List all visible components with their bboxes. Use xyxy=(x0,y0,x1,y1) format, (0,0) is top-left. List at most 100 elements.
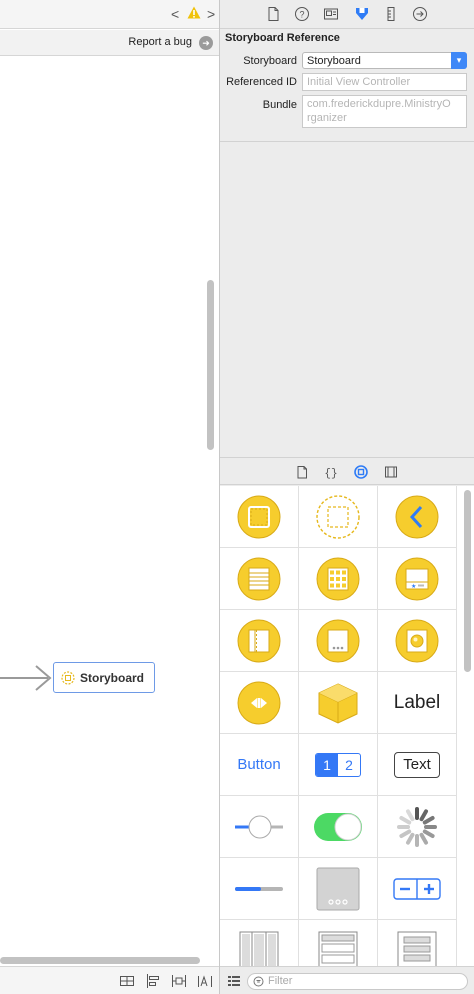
filter-placeholder: Filter xyxy=(268,975,293,987)
library-item-split-view-controller[interactable] xyxy=(220,610,299,672)
resolve-auto-layout-icon[interactable] xyxy=(197,973,213,989)
jump-bar: < > xyxy=(0,0,219,29)
table-view-cell-icon xyxy=(318,931,358,966)
storyboard-reference-section: Storyboard Reference Storyboard Storyboa… xyxy=(220,30,474,142)
nav-back-button[interactable]: < xyxy=(171,6,179,22)
svg-text:?: ? xyxy=(299,10,304,20)
library-item-table-view-cell[interactable] xyxy=(299,920,378,966)
segmented-control-preview: 1 2 xyxy=(315,752,361,777)
segment-2: 2 xyxy=(345,756,353,773)
library-item-collection-view-controller[interactable] xyxy=(299,548,378,610)
file-inspector-icon[interactable] xyxy=(264,5,282,23)
file-template-icon[interactable] xyxy=(294,464,310,480)
tab-bar-controller-icon: ★ xyxy=(395,557,439,600)
page-view-controller-icon xyxy=(316,619,360,662)
library-item-stepper[interactable] xyxy=(378,858,457,920)
storyboard-reference-icon xyxy=(61,671,75,685)
canvas-horizontal-scrollbar[interactable] xyxy=(0,957,200,964)
library-bottom-bar: Filter xyxy=(220,966,474,994)
bundle-label: Bundle xyxy=(262,99,297,111)
library-scrollbar[interactable] xyxy=(464,490,471,672)
storyboard-reference-icon xyxy=(316,494,360,539)
progress-view-icon xyxy=(235,886,283,891)
library-item-object[interactable] xyxy=(299,672,378,734)
segment-1: 1 xyxy=(316,753,338,776)
inspector-tab-bar: ? xyxy=(220,0,474,29)
library-item-view-controller[interactable] xyxy=(220,486,299,548)
storyboard-reference-label: Storyboard xyxy=(80,671,145,685)
cube-icon xyxy=(318,682,358,724)
bundle-placeholder-line-2: rganizer xyxy=(307,112,347,124)
arrow-right-circle-icon[interactable]: ➜ xyxy=(199,36,213,50)
canvas-vertical-scrollbar[interactable] xyxy=(207,280,214,450)
identity-inspector-icon[interactable] xyxy=(322,5,340,23)
table-view-controller-icon xyxy=(237,557,281,600)
section-title: Storyboard Reference xyxy=(225,32,340,44)
referenced-id-placeholder: Initial View Controller xyxy=(307,76,411,88)
chevron-down-icon[interactable]: ▾ xyxy=(451,52,467,69)
report-bug-bar: Report a bug ➜ xyxy=(0,30,219,56)
library-item-label[interactable]: Label xyxy=(378,672,457,734)
page-control-icon xyxy=(316,867,360,910)
segue-arrow-icon[interactable] xyxy=(0,660,54,696)
library-item-navigation-controller[interactable] xyxy=(378,486,457,548)
storyboard-popup[interactable]: Storyboard ▾ xyxy=(302,52,467,69)
canvas-bottom-bar xyxy=(0,966,219,994)
label-preview: Label xyxy=(393,691,441,713)
button-preview: Button xyxy=(237,756,281,773)
library-item-page-control[interactable] xyxy=(299,858,378,920)
library-tab-bar: {} xyxy=(220,457,474,485)
pin-icon[interactable] xyxy=(171,973,187,989)
collection-view-icon xyxy=(397,931,437,966)
referenced-id-label: Referenced ID xyxy=(226,76,297,88)
connections-inspector-icon[interactable] xyxy=(411,5,429,23)
code-snippet-icon[interactable]: {} xyxy=(323,464,339,480)
activity-indicator-icon xyxy=(397,806,437,847)
library-item-av-player-view-controller[interactable] xyxy=(220,672,299,734)
library-item-table-view-controller[interactable] xyxy=(220,548,299,610)
slider-icon xyxy=(235,815,283,838)
collection-view-controller-icon xyxy=(316,557,360,600)
bundle-field[interactable]: com.frederickdupre.MinistryO rganizer xyxy=(302,95,467,128)
library-item-progress-view[interactable] xyxy=(220,858,299,920)
filter-icon xyxy=(253,976,264,987)
report-bug-link[interactable]: Report a bug xyxy=(128,36,192,48)
storyboard-reference-node[interactable]: Storyboard xyxy=(53,662,155,693)
av-player-icon xyxy=(237,681,281,724)
referenced-id-field[interactable]: Initial View Controller xyxy=(302,73,467,91)
svg-text:{}: {} xyxy=(324,468,337,480)
library-item-text-field[interactable]: Text xyxy=(378,734,457,796)
library-item-image-view[interactable] xyxy=(378,920,457,966)
storyboard-popup-value: Storyboard xyxy=(307,55,361,67)
list-view-icon[interactable] xyxy=(227,974,241,988)
bundle-placeholder-line-1: com.frederickdupre.MinistryO xyxy=(307,98,451,110)
svg-text:★: ★ xyxy=(411,583,416,590)
warning-triangle-icon[interactable] xyxy=(187,6,201,19)
library-item-storyboard-reference[interactable] xyxy=(299,486,378,548)
library-item-switch[interactable] xyxy=(299,796,378,858)
utilities-panel: ? Storyboard Reference Storyboard Storyb… xyxy=(220,0,474,994)
library-item-glkit-view-controller[interactable] xyxy=(378,610,457,672)
glkit-view-controller-icon xyxy=(395,619,439,662)
align-icon[interactable] xyxy=(145,973,161,989)
object-library-icon[interactable] xyxy=(353,464,369,480)
nav-forward-button[interactable]: > xyxy=(207,6,215,22)
attributes-inspector-icon[interactable] xyxy=(353,5,371,23)
library-filter-field[interactable]: Filter xyxy=(247,973,468,990)
view-controller-icon xyxy=(237,495,281,538)
inspector-empty-area xyxy=(220,143,474,457)
table-view-icon xyxy=(239,931,279,966)
size-inspector-icon[interactable] xyxy=(382,5,400,23)
switch-icon xyxy=(314,812,362,841)
embed-in-icon[interactable] xyxy=(119,973,135,989)
library-item-segmented-control[interactable]: 1 2 xyxy=(299,734,378,796)
library-item-tab-bar-controller[interactable]: ★ xyxy=(378,548,457,610)
library-item-activity-indicator[interactable] xyxy=(378,796,457,858)
quick-help-icon[interactable]: ? xyxy=(293,5,311,23)
library-item-page-view-controller[interactable] xyxy=(299,610,378,672)
library-item-button[interactable]: Button xyxy=(220,734,299,796)
library-item-slider[interactable] xyxy=(220,796,299,858)
interface-builder-canvas[interactable] xyxy=(0,57,219,957)
library-item-table-view[interactable] xyxy=(220,920,299,966)
media-library-icon[interactable] xyxy=(383,464,399,480)
